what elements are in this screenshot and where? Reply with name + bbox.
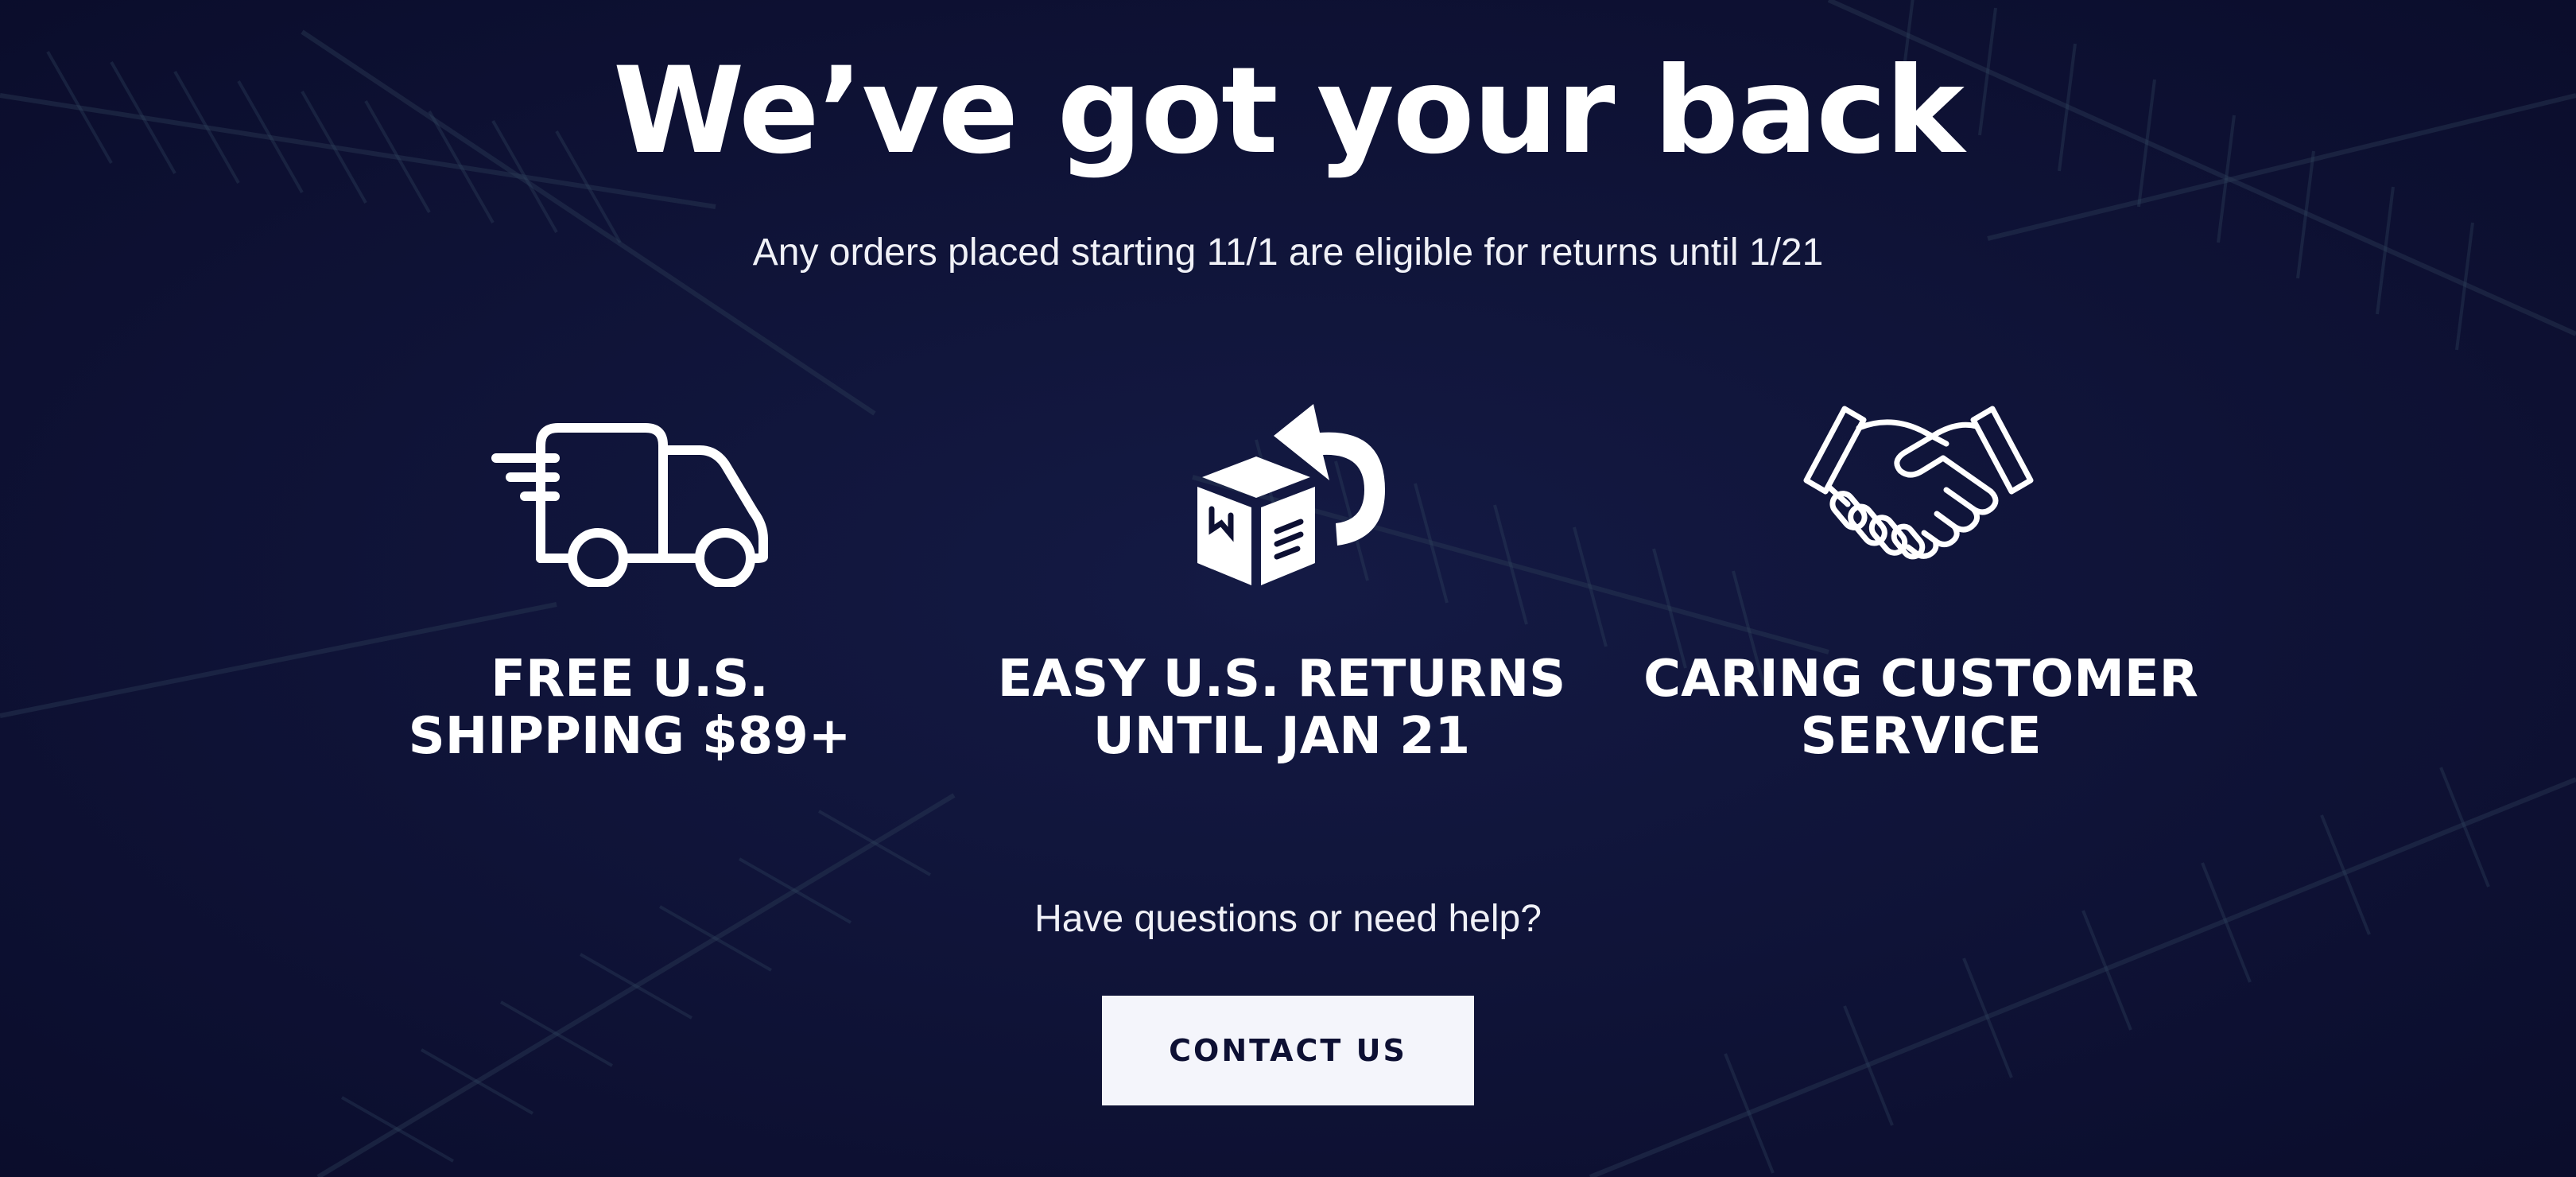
feature-easy-returns-line1: EASY U.S. RETURNS — [997, 650, 1566, 709]
delivery-truck-icon — [491, 423, 768, 587]
help-prompt: Have questions or need help? — [1034, 898, 1542, 940]
feature-free-shipping-line2: SHIPPING $89+ — [408, 707, 852, 766]
returns-eligibility-note: Any orders placed starting 11/1 are elig… — [752, 231, 1824, 274]
package-return-icon — [1197, 404, 1385, 585]
feature-easy-returns: EASY U.S. RETURNS UNTIL JAN 21 — [956, 651, 1608, 765]
contact-us-button[interactable]: CONTACT US — [1102, 996, 1474, 1105]
feature-customer-service: CARING CUSTOMER SERVICE — [1595, 651, 2247, 765]
feature-free-shipping: FREE U.S. SHIPPING $89+ — [304, 651, 956, 765]
page-headline: We’ve got your back — [613, 42, 1965, 181]
handshake-icon — [1803, 406, 2034, 560]
feature-free-shipping-line1: FREE U.S. — [491, 650, 769, 709]
feature-customer-service-line1: CARING CUSTOMER — [1643, 650, 2198, 709]
feature-customer-service-line2: SERVICE — [1800, 707, 2042, 766]
feature-easy-returns-line2: UNTIL JAN 21 — [1092, 707, 1471, 766]
